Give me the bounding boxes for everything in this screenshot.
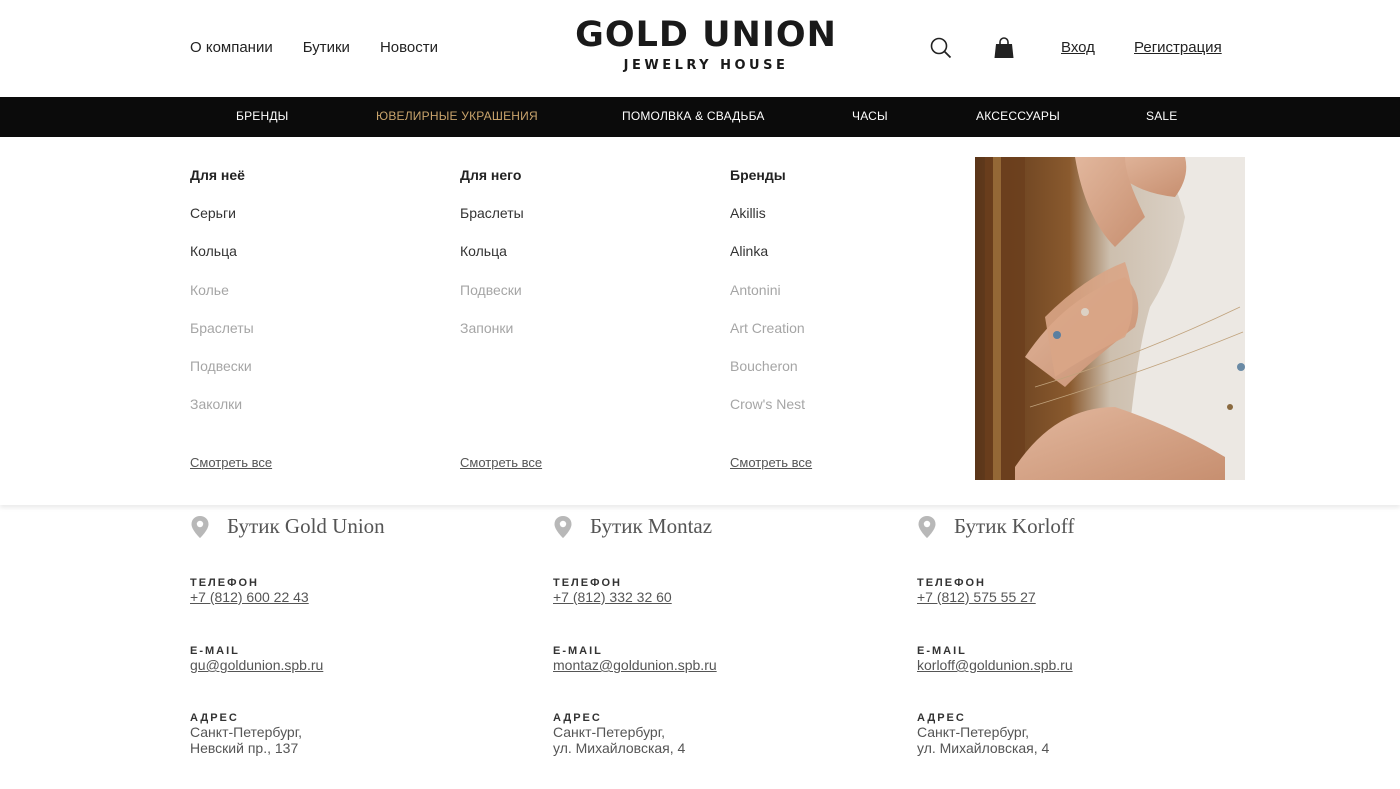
top-nav: О компании Бутики Новости bbox=[190, 39, 438, 56]
address-block: АДРЕС Санкт-Петербург, Невский пр., 137 bbox=[190, 712, 302, 756]
menu-item[interactable]: Запонки bbox=[460, 320, 524, 358]
menu-item[interactable]: Подвески bbox=[190, 358, 254, 396]
logo-sub-text: JEWELRY HOUSE bbox=[623, 58, 789, 73]
email-block: E-MAIL gu@goldunion.spb.ru bbox=[190, 645, 323, 673]
menu-item[interactable]: Boucheron bbox=[730, 358, 805, 396]
menu-item[interactable]: Браслеты bbox=[460, 205, 524, 243]
address-street: ул. Михайловская, 4 bbox=[553, 740, 686, 756]
nav-boutiques[interactable]: Бутики bbox=[303, 39, 350, 56]
phone-block: ТЕЛЕФОН +7 (812) 575 55 27 bbox=[917, 577, 1036, 605]
shopping-bag-icon[interactable] bbox=[993, 37, 1015, 59]
column-title: Для неё bbox=[190, 167, 245, 183]
category-bar: БРЕНДЫ ЮВЕЛИРНЫЕ УКРАШЕНИЯ ПОМОЛВКА & СВ… bbox=[0, 97, 1400, 137]
menu-column-brands: Бренды Akillis Alinka Antonini Art Creat… bbox=[730, 167, 805, 435]
menu-item[interactable]: Колье bbox=[190, 282, 254, 320]
see-all-link[interactable]: Смотреть все bbox=[730, 455, 812, 470]
phone-label: ТЕЛЕФОН bbox=[190, 577, 259, 589]
menu-item[interactable]: Antonini bbox=[730, 282, 805, 320]
nav-about[interactable]: О компании bbox=[190, 39, 273, 56]
boutiques-section: Бутик Gold Union ТЕЛЕФОН +7 (812) 600 22… bbox=[0, 505, 1400, 789]
email-link[interactable]: montaz@goldunion.spb.ru bbox=[553, 657, 717, 673]
menu-item[interactable]: Art Creation bbox=[730, 320, 805, 358]
menu-column-for-her: Для неё Серьги Кольца Колье Браслеты Под… bbox=[190, 167, 254, 435]
email-label: E-MAIL bbox=[917, 645, 967, 657]
menu-item[interactable]: Браслеты bbox=[190, 320, 254, 358]
address-city: Санкт-Петербург, bbox=[190, 724, 302, 740]
boutique-header: Бутик Korloff bbox=[917, 514, 1237, 539]
address-label: АДРЕС bbox=[917, 712, 966, 724]
menu-item[interactable]: Подвески bbox=[460, 282, 524, 320]
menu-item[interactable]: Akillis bbox=[730, 205, 805, 243]
menu-item[interactable]: Заколки bbox=[190, 396, 254, 434]
menu-column-for-him: Для него Браслеты Кольца Подвески Запонк… bbox=[460, 167, 524, 358]
site-header: О компании Бутики Новости GOLD UNION JEW… bbox=[0, 0, 1400, 97]
category-engagement[interactable]: ПОМОЛВКА & СВАДЬБА bbox=[622, 109, 765, 123]
address-block: АДРЕС Санкт-Петербург, ул. Михайловская,… bbox=[553, 712, 685, 756]
address-label: АДРЕС bbox=[190, 712, 239, 724]
menu-item[interactable]: Кольца bbox=[190, 243, 254, 281]
address-city: Санкт-Петербург, bbox=[917, 724, 1029, 740]
boutique-header: Бутик Gold Union bbox=[190, 514, 510, 539]
map-pin-icon bbox=[191, 515, 209, 538]
category-sale[interactable]: SALE bbox=[1146, 109, 1178, 123]
category-watches[interactable]: ЧАСЫ bbox=[852, 109, 888, 123]
phone-link[interactable]: +7 (812) 332 32 60 bbox=[553, 589, 672, 605]
menu-item[interactable]: Crow's Nest bbox=[730, 396, 805, 434]
menu-item[interactable]: Кольца bbox=[460, 243, 524, 281]
boutique-name: Бутик Korloff bbox=[954, 514, 1075, 538]
logo-main-text: GOLD UNION bbox=[575, 15, 837, 55]
phone-label: ТЕЛЕФОН bbox=[553, 577, 622, 589]
email-link[interactable]: gu@goldunion.spb.ru bbox=[190, 657, 323, 673]
menu-item[interactable]: Alinka bbox=[730, 243, 805, 281]
address-street: ул. Михайловская, 4 bbox=[917, 740, 1050, 756]
address-label: АДРЕС bbox=[553, 712, 602, 724]
phone-label: ТЕЛЕФОН bbox=[917, 577, 986, 589]
address-block: АДРЕС Санкт-Петербург, ул. Михайловская,… bbox=[917, 712, 1049, 756]
login-link[interactable]: Вход bbox=[1061, 39, 1095, 56]
email-link[interactable]: korloff@goldunion.spb.ru bbox=[917, 657, 1073, 673]
email-label: E-MAIL bbox=[190, 645, 240, 657]
category-brands[interactable]: БРЕНДЫ bbox=[236, 109, 289, 123]
mega-menu: Для неё Серьги Кольца Колье Браслеты Под… bbox=[0, 137, 1400, 505]
site-logo[interactable]: GOLD UNION JEWELRY HOUSE bbox=[570, 16, 842, 73]
see-all-link[interactable]: Смотреть все bbox=[460, 455, 542, 470]
phone-block: ТЕЛЕФОН +7 (812) 600 22 43 bbox=[190, 577, 309, 605]
email-label: E-MAIL bbox=[553, 645, 603, 657]
promo-image[interactable] bbox=[975, 157, 1245, 480]
nav-news[interactable]: Новости bbox=[380, 39, 438, 56]
boutique-name: Бутик Gold Union bbox=[227, 514, 385, 538]
boutique-card: Бутик Korloff ТЕЛЕФОН +7 (812) 575 55 27… bbox=[917, 505, 1237, 756]
column-title: Бренды bbox=[730, 167, 786, 183]
address-street: Невский пр., 137 bbox=[190, 740, 299, 756]
phone-link[interactable]: +7 (812) 600 22 43 bbox=[190, 589, 309, 605]
search-icon[interactable] bbox=[930, 37, 952, 59]
boutique-name: Бутик Montaz bbox=[590, 514, 713, 538]
see-all-link[interactable]: Смотреть все bbox=[190, 455, 272, 470]
menu-item[interactable]: Серьги bbox=[190, 205, 254, 243]
category-accessories[interactable]: АКСЕССУАРЫ bbox=[976, 109, 1060, 123]
boutique-header: Бутик Montaz bbox=[553, 514, 873, 539]
register-link[interactable]: Регистрация bbox=[1134, 39, 1222, 56]
phone-block: ТЕЛЕФОН +7 (812) 332 32 60 bbox=[553, 577, 672, 605]
address-city: Санкт-Петербург, bbox=[553, 724, 665, 740]
boutique-card: Бутик Gold Union ТЕЛЕФОН +7 (812) 600 22… bbox=[190, 505, 510, 756]
category-jewelry[interactable]: ЮВЕЛИРНЫЕ УКРАШЕНИЯ bbox=[376, 109, 538, 123]
phone-link[interactable]: +7 (812) 575 55 27 bbox=[917, 589, 1036, 605]
email-block: E-MAIL montaz@goldunion.spb.ru bbox=[553, 645, 717, 673]
map-pin-icon bbox=[918, 515, 936, 538]
map-pin-icon bbox=[554, 515, 572, 538]
column-title: Для него bbox=[460, 167, 522, 183]
email-block: E-MAIL korloff@goldunion.spb.ru bbox=[917, 645, 1073, 673]
boutique-card: Бутик Montaz ТЕЛЕФОН +7 (812) 332 32 60 … bbox=[553, 505, 873, 756]
